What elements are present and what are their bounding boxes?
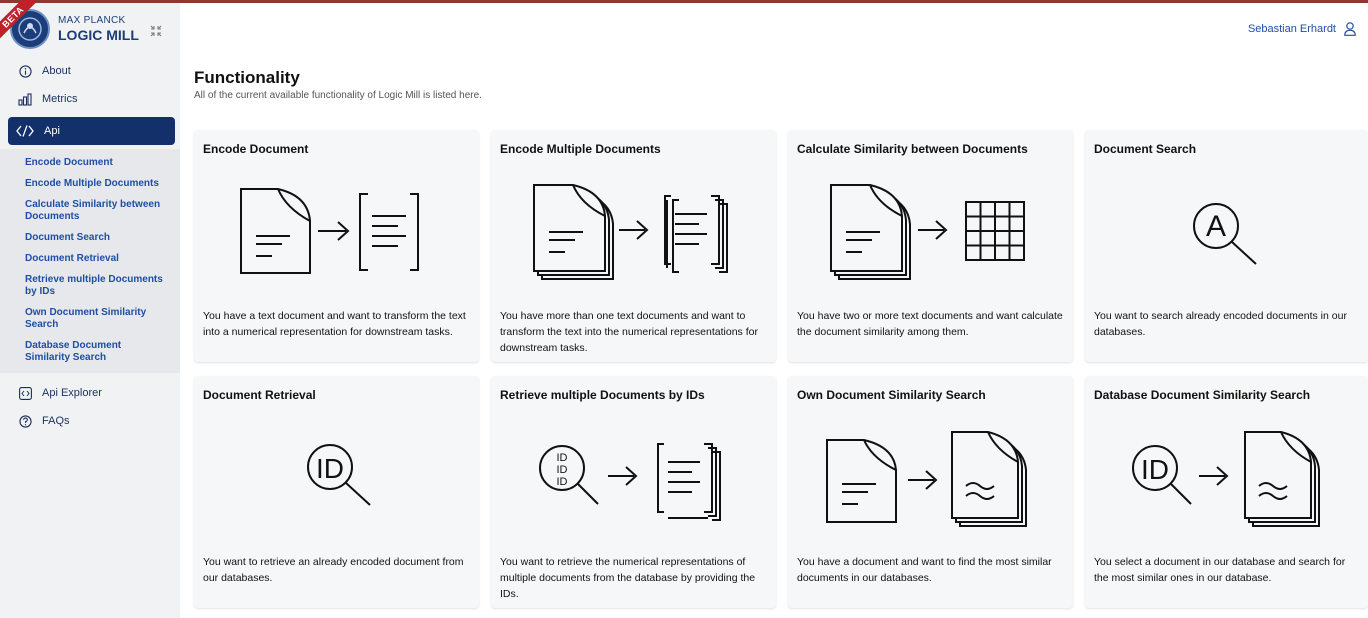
card-title: Encode Multiple Documents [500, 142, 661, 156]
logo-line2: LOGIC MILL [58, 27, 139, 43]
user-menu[interactable]: Sebastian Erhardt [1248, 22, 1356, 36]
page-subtitle: All of the current available functionali… [194, 90, 482, 101]
code-box-icon [18, 386, 32, 400]
id-glyph: ID [1141, 454, 1169, 485]
document-search-illustration: A [1193, 203, 1257, 265]
calculate-similarity-illustration [830, 184, 1025, 280]
id-glyph: ID [316, 453, 344, 484]
card-title: Database Document Similarity Search [1094, 388, 1311, 402]
sidebar-item-label: Metrics [42, 93, 78, 105]
collapse-icon[interactable] [150, 25, 162, 37]
card-description: You have a text document and want to tra… [203, 310, 466, 338]
user-icon [1344, 22, 1356, 36]
submenu-item-document-retrieval[interactable]: Document Retrieval [0, 249, 180, 270]
sidebar-item-label: Api [44, 125, 60, 137]
id-glyph: ID [557, 476, 568, 488]
code-icon [16, 124, 34, 138]
sidebar: BETA MAX PLANCK LOGIC MILL About Metrics… [0, 0, 180, 618]
card-own-similarity-search[interactable]: Own Document Similarity Search You have … [788, 376, 1073, 608]
card-document-search[interactable]: Document Search A You want to search alr… [1085, 130, 1368, 362]
submenu-item-encode-multiple[interactable]: Encode Multiple Documents [0, 174, 180, 195]
retrieve-multiple-illustration: ID ID ID [539, 443, 721, 521]
card-description: You want to retrieve the numerical repre… [500, 556, 756, 600]
submenu-item-own-similarity[interactable]: Own Document Similarity Search [0, 303, 180, 336]
own-similarity-illustration [826, 431, 1027, 527]
card-description: You want to search already encoded docum… [1094, 310, 1347, 338]
submenu-item-database-similarity[interactable]: Database Document Similarity Search [0, 336, 180, 369]
sidebar-item-api[interactable]: Api [8, 117, 175, 145]
card-description: You want to retrieve an already encoded … [203, 556, 464, 584]
card-retrieve-multiple[interactable]: Retrieve multiple Documents by IDs ID ID… [491, 376, 776, 608]
sidebar-item-label: About [42, 65, 71, 77]
card-title: Calculate Similarity between Documents [797, 142, 1028, 156]
sidebar-item-metrics[interactable]: Metrics [0, 85, 180, 113]
search-glyph: A [1206, 210, 1226, 243]
card-description: You select a document in our database an… [1094, 556, 1346, 584]
encode-document-illustration [240, 188, 419, 274]
card-encode-multiple-documents[interactable]: Encode Multiple Documents You have more … [491, 130, 776, 362]
card-description: You have two or more text documents and … [797, 310, 1063, 338]
card-database-similarity-search[interactable]: Database Document Similarity Search ID Y… [1085, 376, 1368, 608]
page-title: Functionality [194, 68, 300, 87]
logo[interactable]: BETA MAX PLANCK LOGIC MILL [0, 0, 180, 55]
user-name: Sebastian Erhardt [1247, 23, 1336, 35]
card-description: You have more than one text documents an… [500, 310, 758, 354]
top-accent-line [0, 0, 1368, 3]
question-icon [18, 414, 32, 428]
encode-multiple-illustration [533, 184, 728, 280]
card-title: Own Document Similarity Search [797, 388, 986, 402]
document-retrieval-illustration: ID [307, 444, 371, 506]
submenu-item-document-search[interactable]: Document Search [0, 228, 180, 249]
logo-text: MAX PLANCK LOGIC MILL [58, 15, 139, 43]
card-title: Encode Document [203, 142, 309, 156]
sidebar-item-label: FAQs [42, 415, 70, 427]
logo-line1: MAX PLANCK [58, 15, 126, 26]
sidebar-item-api-explorer[interactable]: Api Explorer [0, 379, 180, 407]
card-description: You have a document and want to find the… [797, 556, 1052, 584]
submenu-item-encode-document[interactable]: Encode Document [0, 153, 180, 174]
submenu-item-retrieve-multiple[interactable]: Retrieve multiple Documents by IDs [0, 270, 180, 303]
card-document-retrieval[interactable]: Document Retrieval ID You want to retrie… [194, 376, 479, 608]
api-submenu: Encode Document Encode Multiple Document… [0, 149, 180, 373]
card-calculate-similarity[interactable]: Calculate Similarity between Documents Y… [788, 130, 1073, 362]
bar-chart-icon [18, 92, 32, 106]
sidebar-item-label: Api Explorer [42, 387, 102, 399]
submenu-item-calculate-similarity[interactable]: Calculate Similarity between Documents [0, 195, 180, 228]
card-title: Retrieve multiple Documents by IDs [500, 388, 705, 402]
id-glyph: ID [557, 452, 568, 464]
id-glyph: ID [557, 464, 568, 476]
card-title: Document Search [1094, 142, 1197, 156]
database-similarity-illustration: ID [1132, 431, 1320, 527]
sidebar-item-about[interactable]: About [0, 57, 180, 85]
info-icon [18, 64, 32, 78]
sidebar-item-faqs[interactable]: FAQs [0, 407, 180, 435]
card-title: Document Retrieval [203, 388, 316, 402]
card-encode-document[interactable]: Encode Document You have a text document… [194, 130, 479, 362]
